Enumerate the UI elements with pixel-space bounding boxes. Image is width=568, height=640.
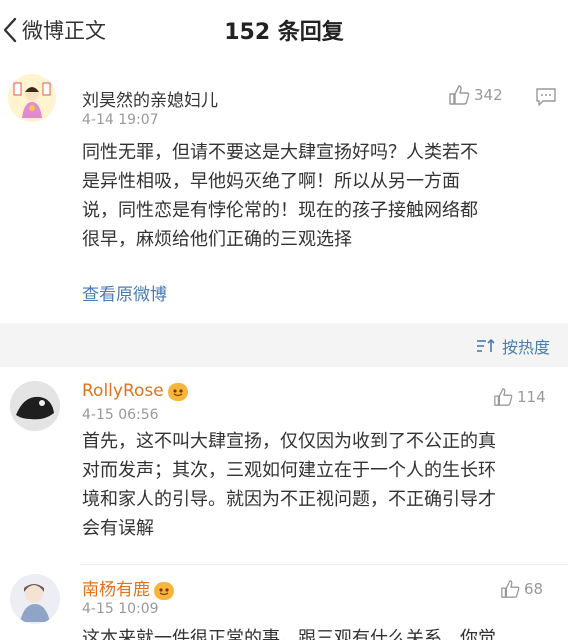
main-comment: 刘昊然的亲媳妇儿 4-14 19:07 342 同性无罪，但请不要这是大肆宣扬好… — [0, 60, 568, 323]
username[interactable]: 南杨有鹿 — [82, 575, 174, 600]
sort-bar: 按热度 — [0, 323, 568, 367]
like-button[interactable]: 342 — [448, 84, 503, 106]
reply-line: 境和家人的引导。就因为不正视问题，不正确引导才 — [82, 489, 496, 510]
avatar[interactable] — [10, 381, 60, 431]
sort-icon — [476, 338, 495, 352]
view-original-link[interactable]: 查看原微博 — [82, 280, 167, 305]
like-count: 68 — [524, 580, 544, 598]
avatar[interactable] — [10, 574, 60, 624]
comment-icon — [536, 88, 556, 106]
reply-line: 这本来就一件很正常的事，跟三观有什么关系，你觉 — [82, 628, 496, 640]
comment-line: 很早，麻烦给他们正确的三观选择 — [82, 229, 352, 250]
like-count: 114 — [517, 388, 546, 406]
comment-line: 是异性相吸，早他妈灭绝了啊！所以从另一方面 — [82, 171, 460, 192]
timestamp: 4-15 06:56 — [82, 407, 159, 423]
reply-text: 这本来就一件很正常的事，跟三观有什么关系，你觉 — [82, 624, 496, 640]
divider — [80, 564, 568, 565]
timestamp: 4-15 10:09 — [82, 601, 159, 617]
avatar[interactable] — [8, 74, 56, 122]
username[interactable]: RollyRose — [82, 381, 188, 401]
username[interactable]: 刘昊然的亲媳妇儿 — [82, 86, 218, 111]
like-button[interactable]: 114 — [493, 387, 546, 407]
sort-label: 按热度 — [501, 338, 550, 357]
vip-badge-icon — [154, 582, 174, 600]
comment-text: 同性无罪，但请不要这是大肆宣扬好吗？人类若不 是异性相吸，早他妈灭绝了啊！所以从… — [82, 138, 478, 254]
comment-line: 说，同性恋是有悖伦常的！现在的孩子接触网络都 — [82, 200, 478, 221]
comment-button[interactable] — [535, 87, 557, 111]
like-button[interactable]: 68 — [500, 579, 543, 599]
vip-badge-icon — [167, 383, 188, 401]
thumbs-up-icon — [449, 85, 470, 105]
page-title: 152 条回复 — [224, 20, 344, 45]
reply-line: 首先，这不叫大肆宣扬，仅仅因为收到了不公正的真 — [82, 431, 496, 452]
comment-line: 同性无罪，但请不要这是大肆宣扬好吗？人类若不 — [82, 142, 478, 163]
reply-list: RollyRose 4-15 06:56 114 首先，这不叫大肆宣扬，仅仅因为… — [0, 367, 568, 640]
reply-line: 会有误解 — [82, 518, 154, 539]
reply-text: 首先，这不叫大肆宣扬，仅仅因为收到了不公正的真 对而发声；其次，三观如何建立在于… — [82, 427, 496, 543]
timestamp: 4-14 19:07 — [82, 112, 159, 128]
username-text: RollyRose — [82, 381, 164, 401]
reply-line: 对而发声；其次，三观如何建立在于一个人的生长环 — [82, 460, 496, 481]
nav-bar: 微博正文 152 条回复 — [0, 0, 568, 60]
like-count: 342 — [474, 86, 503, 104]
thumbs-up-icon — [501, 580, 520, 598]
sort-button[interactable]: 按热度 — [476, 334, 550, 358]
thumbs-up-icon — [494, 388, 513, 406]
username-text: 南杨有鹿 — [82, 580, 150, 600]
